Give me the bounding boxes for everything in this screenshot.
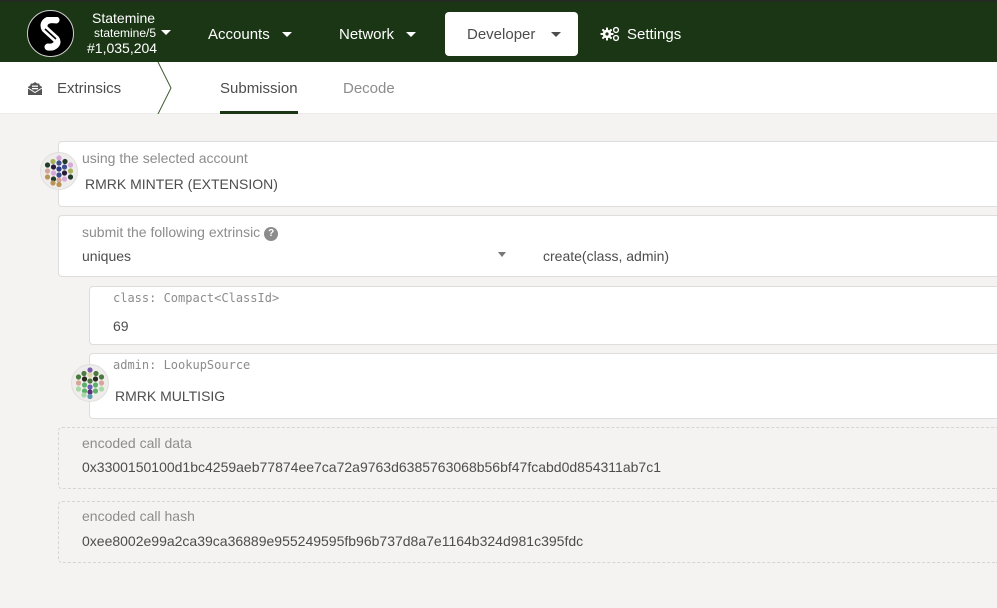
encoded-call-data-value[interactable]: 0x3300150100d1bc4259aeb77874ee7ca72a9763…: [82, 459, 661, 475]
account-label: using the selected account: [82, 150, 248, 166]
tab-decode-label: Decode: [343, 79, 395, 97]
encoded-call-hash: encoded call hash 0xee8002e99a2ca39ca368…: [58, 501, 997, 563]
caret-down-icon: [406, 31, 417, 37]
encoded-call-hash-label: encoded call hash: [82, 508, 195, 524]
encoded-call-data-label: encoded call data: [82, 435, 192, 451]
breadcrumb-divider-icon: [157, 62, 172, 114]
statemine-logo-icon: [40, 16, 60, 51]
nav-developer-label: Developer: [467, 25, 536, 43]
caret-down-icon: [551, 31, 562, 37]
param-class-input[interactable]: class: Compact<ClassId> 69: [89, 286, 997, 345]
section-extrinsics[interactable]: Extrinsics: [27, 62, 121, 114]
nav-network[interactable]: Network: [339, 12, 417, 56]
nav-settings[interactable]: Settings: [600, 12, 681, 56]
method-dropdown-value: create(class, admin): [543, 248, 670, 264]
account-selector[interactable]: using the selected account RMRK MINTER (…: [58, 141, 997, 207]
section-dropdown[interactable]: uniques: [59, 216, 519, 278]
tab-submission-label: Submission: [220, 79, 298, 97]
encoded-call-data: encoded call data 0x3300150100d1bc4259ae…: [58, 427, 997, 489]
extrinsic-selector: submit the following extrinsic? uniques …: [58, 215, 997, 277]
chain-selector-caret-icon[interactable]: [161, 30, 171, 35]
param-class-label: class: Compact<ClassId>: [113, 291, 280, 305]
param-class-value: 69: [113, 318, 129, 334]
nav-accounts-label: Accounts: [208, 25, 270, 43]
account-value: RMRK MINTER (EXTENSION): [85, 176, 278, 192]
admin-identicon: [71, 364, 109, 402]
best-block-number: #1,035,204: [87, 40, 158, 56]
caret-down-icon: [281, 31, 292, 37]
top-navigation-bar: Statemine statemine/5 #1,035,204 Account…: [0, 0, 997, 62]
param-admin-value: RMRK MULTISIG: [115, 388, 226, 404]
account-identicon: [40, 152, 78, 190]
nav-network-label: Network: [339, 25, 395, 43]
param-admin-label: admin: LookupSource: [113, 358, 251, 372]
section-dropdown-value: uniques: [82, 248, 132, 264]
sub-navigation-bar: Extrinsics Submission Decode: [0, 62, 997, 114]
encoded-call-hash-value[interactable]: 0xee8002e99a2ca39ca36889e955249595fb96b7…: [82, 533, 583, 549]
tab-submission[interactable]: Submission: [206, 62, 312, 114]
cogs-icon: [600, 26, 620, 42]
method-dropdown[interactable]: create(class, admin): [529, 216, 997, 278]
param-admin-input[interactable]: admin: LookupSource RMRK MULTISIG: [89, 353, 997, 419]
chain-name: Statemine: [92, 10, 156, 26]
nav-accounts[interactable]: Accounts: [208, 12, 292, 56]
statemine-logo[interactable]: [27, 10, 74, 57]
envelope-open-text-icon: [27, 81, 43, 96]
nav-developer[interactable]: Developer: [445, 12, 578, 56]
section-title: Extrinsics: [57, 79, 122, 97]
nav-settings-label: Settings: [627, 25, 682, 43]
tab-decode[interactable]: Decode: [329, 62, 409, 114]
caret-down-icon: [498, 252, 506, 257]
